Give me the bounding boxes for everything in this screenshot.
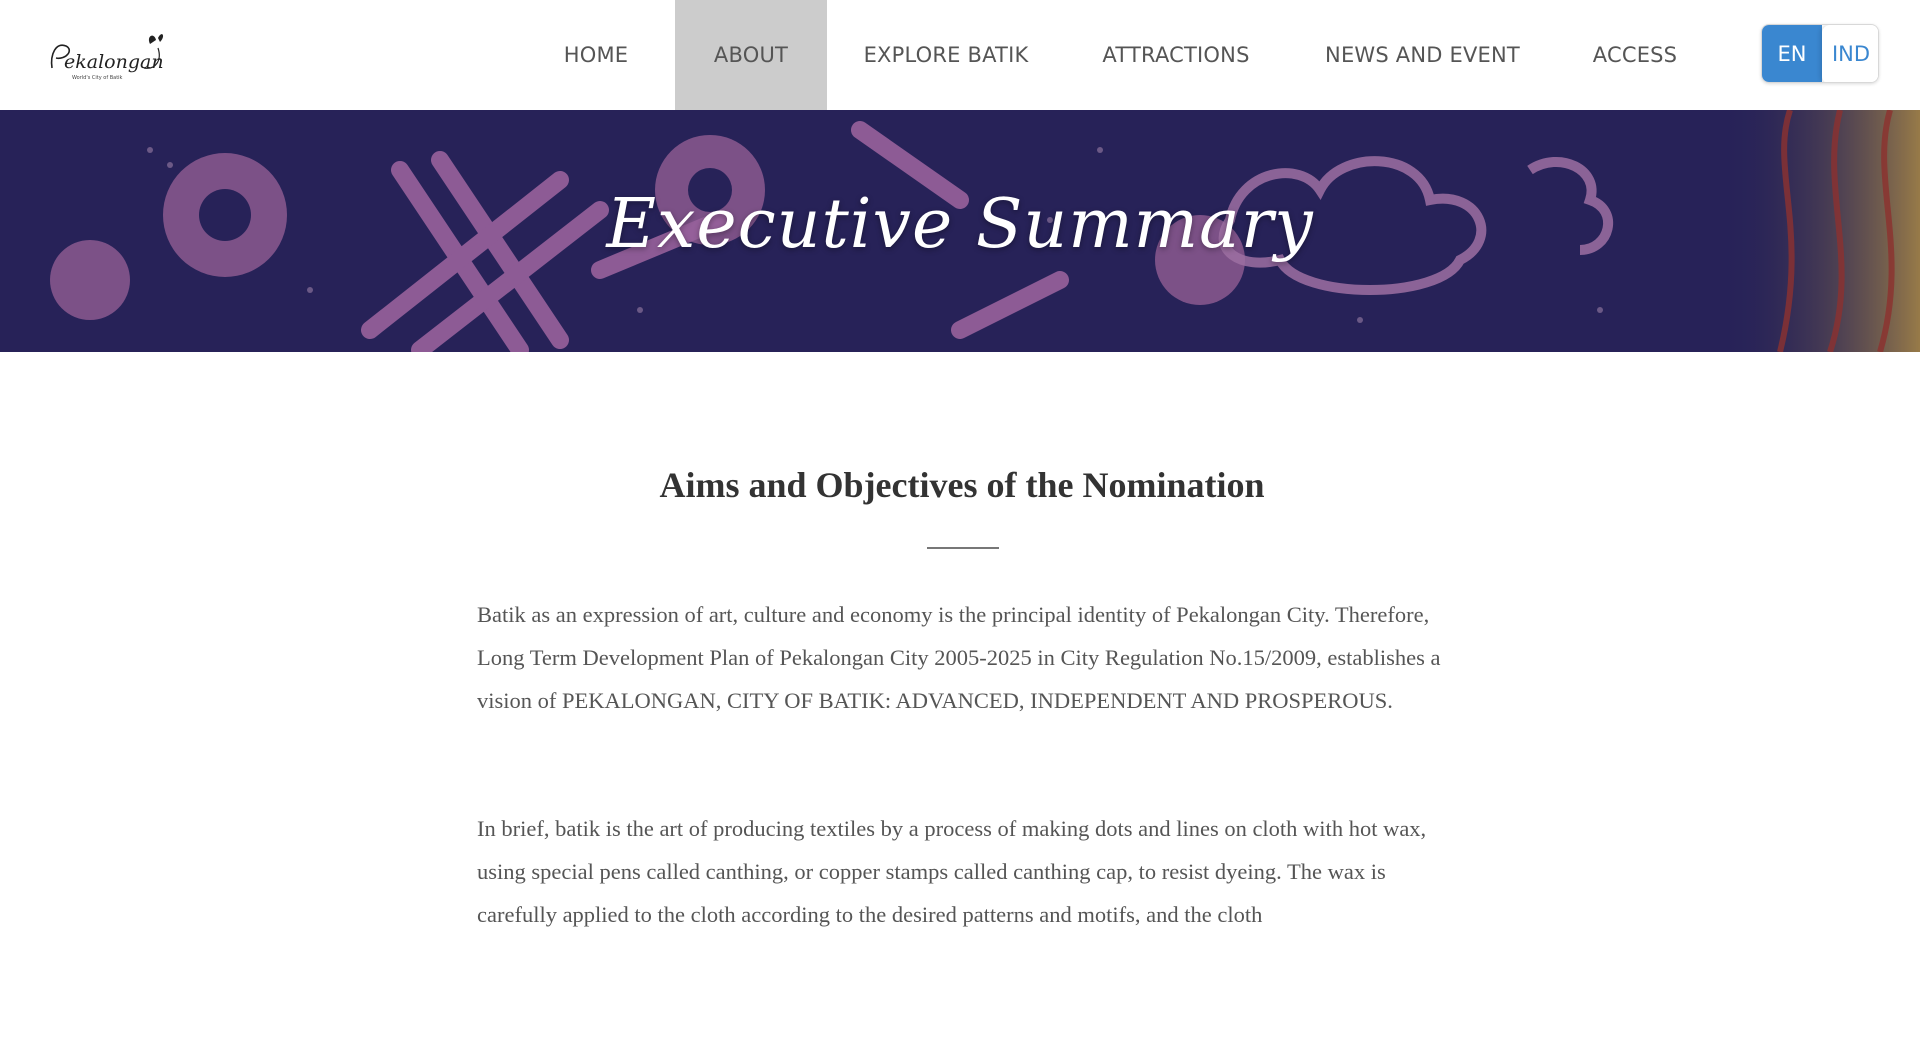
language-switcher: EN IND <box>1761 24 1879 83</box>
nav-item-attractions[interactable]: ATTRACTIONS <box>1091 0 1261 110</box>
svg-text:World's City of Batik: World's City of Batik <box>72 75 123 81</box>
language-ind-button[interactable]: IND <box>1822 25 1878 82</box>
site-header: ekalongan World's City of Batik HOME ABO… <box>0 0 1920 110</box>
heading-divider <box>927 547 999 549</box>
paragraph-batik-process: In brief, batik is the art of producing … <box>477 816 1427 927</box>
section-heading: Aims and Objectives of the Nomination <box>659 465 1265 505</box>
nav-item-about[interactable]: ABOUT <box>675 0 827 110</box>
language-en-button[interactable]: EN <box>1762 25 1822 82</box>
svg-text:ekalongan: ekalongan <box>64 51 164 73</box>
logo-icon: ekalongan World's City of Batik <box>50 34 164 81</box>
page-title: Executive Summary <box>606 185 1314 264</box>
nav-item-access[interactable]: ACCESS <box>1585 0 1685 110</box>
page-banner: Executive Summary <box>0 110 1920 352</box>
nav-item-explore-batik[interactable]: EXPLORE BATIK <box>853 0 1039 110</box>
nav-item-news-and-event[interactable]: NEWS AND EVENT <box>1315 0 1530 110</box>
paragraph-vision: Batik as an expression of art, culture a… <box>477 602 1441 713</box>
pekalongan-logo[interactable]: ekalongan World's City of Batik <box>46 24 166 86</box>
nav-item-home[interactable]: HOME <box>541 0 651 110</box>
